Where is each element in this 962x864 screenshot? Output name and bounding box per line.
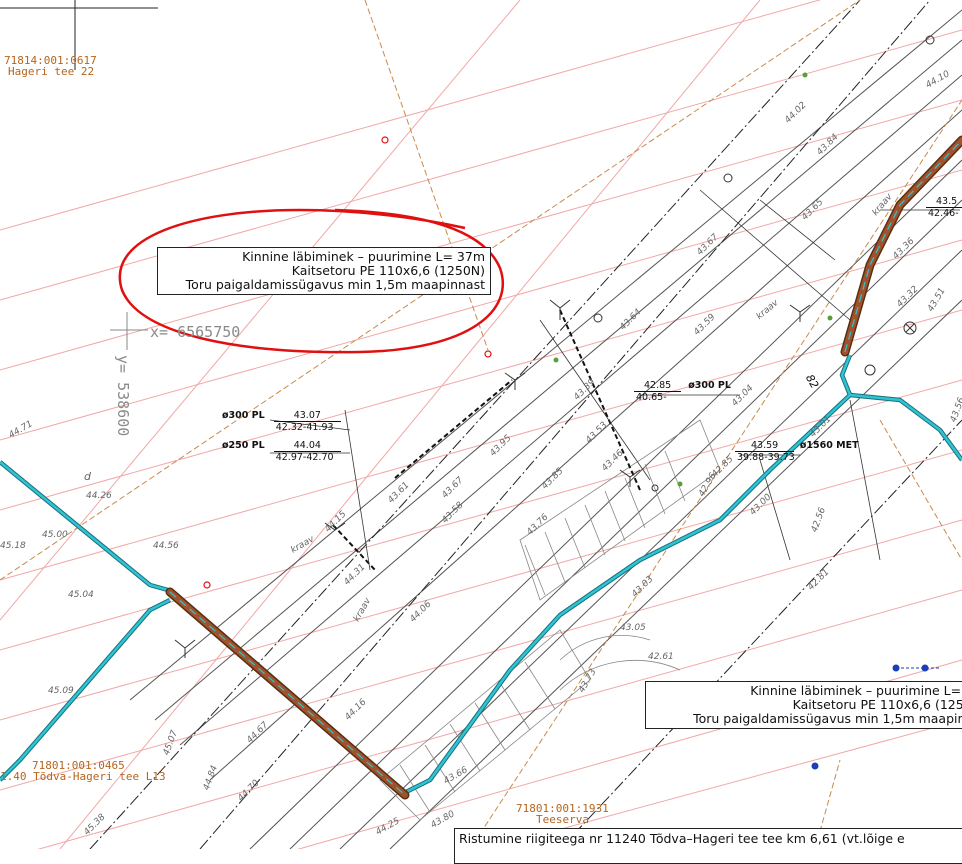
pipe-type: ø300 PL xyxy=(222,410,265,421)
note-line-2: Kaitsetoru PE 110x6,6 (1250N) xyxy=(291,263,485,278)
parcel-name: Teeserva xyxy=(536,813,589,826)
pipe-type: ø300 PL xyxy=(688,380,731,391)
elevation-label: 45.18 xyxy=(0,541,26,551)
x-coordinate-label: x= 6565750 xyxy=(150,323,241,341)
parcel-name: 1.40 Tõdva-Hageri tee L13 xyxy=(0,770,166,783)
pipe-type: ø250 PL xyxy=(222,440,265,451)
parcel-name: Hageri tee 22 xyxy=(8,65,95,78)
note-line-1: Kinnine läbiminek – puurimine L= 20 xyxy=(750,683,962,698)
elevation-label: 44.26 xyxy=(86,491,112,501)
pipe-bottom: 42.97-42.70 xyxy=(275,452,334,463)
parcel-label-hageri-tee-22: 71814:001:0617 Hageri tee 22 xyxy=(4,55,97,77)
d-label: d xyxy=(84,470,91,483)
elevation-label: 44.56 xyxy=(153,541,179,551)
pipe-label-1560met: 43.59 39.88-39.73 ø1560 MET xyxy=(735,440,859,463)
parcel-label-todva-hageri: 71801:001:0465 1.40 Tõdva-Hageri tee L13 xyxy=(0,760,166,782)
pipe-top: 42.85 xyxy=(634,380,682,392)
pipe-label-250pl: ø250 PL 44.04 42.97-42.70 xyxy=(222,440,341,463)
pipe-top: 44.04 xyxy=(273,440,341,452)
drilling-note-box: Kinnine läbiminek – puurimine L= 37m Kai… xyxy=(157,247,491,295)
pipe-bottom: 42.46- xyxy=(928,208,959,219)
pipe-top: 43.59 xyxy=(735,440,795,452)
pipe-bottom: 40.65- xyxy=(636,392,667,403)
elevation-label: 45.04 xyxy=(68,590,94,600)
pipe-top: 43.07 xyxy=(273,410,341,422)
note-line-3: Toru paigaldamissügavus min 1,5m maapinn… xyxy=(693,711,962,726)
elevation-label: 45.00 xyxy=(42,530,68,540)
parcel-label-teeserva: 71801:001:1931 Teeserva xyxy=(516,803,609,825)
pipe-type: ø1560 MET xyxy=(799,440,859,451)
pipe-bottom: 42.32-41.93 xyxy=(275,422,334,433)
elevation-label: 45.09 xyxy=(48,686,74,696)
pipe-label-edge: 43.5 42.46- xyxy=(926,196,962,219)
pipe-label-300pl-a: ø300 PL 43.07 42.32-41.93 xyxy=(222,410,341,433)
pipe-bottom: 39.88-39.73 xyxy=(737,452,795,463)
note-line-3: Toru paigaldamissügavus min 1,5m maapinn… xyxy=(185,277,485,292)
drilling-note-box-right: Kinnine läbiminek – puurimine L= 20 Kait… xyxy=(645,681,962,729)
y-coordinate-label: y= 538600 xyxy=(114,355,132,437)
elevation-label: 42.61 xyxy=(648,652,674,662)
pipe-top: 43.5 xyxy=(926,196,962,208)
note-line-1: Kinnine läbiminek – puurimine L= 37m xyxy=(242,249,485,264)
coordinate-cross xyxy=(110,312,148,350)
crossing-footer-note: Ristumine riigiteega nr 11240 Tõdva–Hage… xyxy=(454,828,962,864)
pipe-label-300pl-b: 42.85 40.65- ø300 PL xyxy=(634,380,731,403)
elevation-label: 43.05 xyxy=(620,623,646,633)
note-line-2: Kaitsetoru PE 110x6,6 (1250N xyxy=(792,697,962,712)
